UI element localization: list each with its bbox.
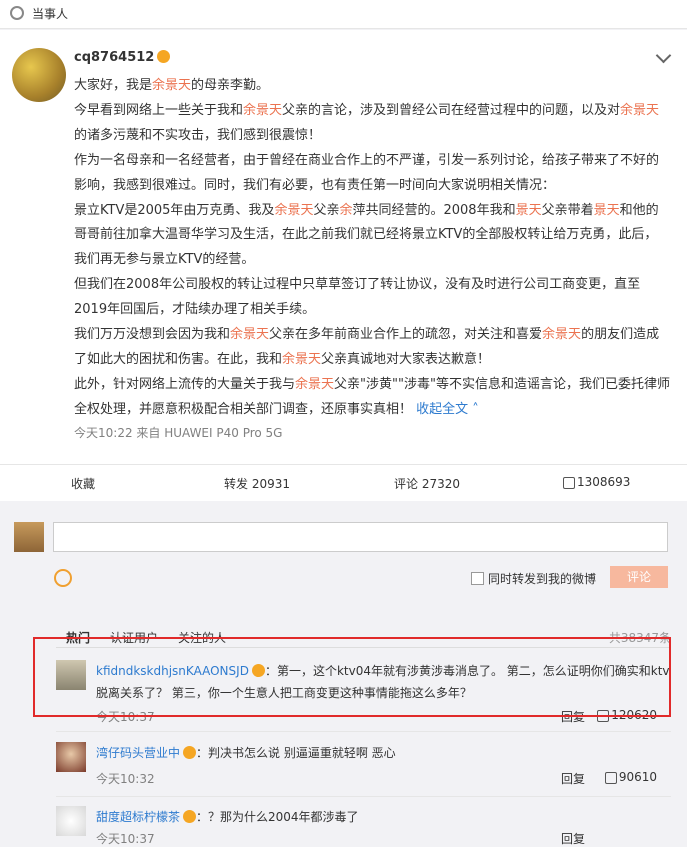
post-paragraph: 大家好，我是余景天的母亲李勤。 [74, 78, 270, 93]
avatar[interactable] [12, 48, 66, 102]
like-count: 1308693 [577, 475, 631, 489]
thumbs-up-icon [563, 476, 575, 489]
post-card: cq8764512 大家好，我是余景天的母亲李勤。今早看到网络上一些关于我和余景… [0, 30, 687, 464]
emoji-icon[interactable] [54, 569, 72, 587]
post-paragraph: 此外，针对网络上流传的大量关于我与余景天父亲"涉黄""涉毒"等不实信息和造谣言论… [74, 376, 670, 417]
comment-item: 湾仔码头营业中 ：判决书怎么说 别逼逼重就轻啊 恶心 今天10:32 回复 906… [56, 742, 671, 786]
comment-time: 今天10:37 [96, 832, 155, 846]
name-highlight[interactable]: 景天 [594, 203, 620, 218]
circle-icon [10, 6, 24, 20]
comment-time: 今天10:32 [96, 772, 155, 786]
post-username[interactable]: cq8764512 [74, 50, 171, 65]
name-highlight[interactable]: 景天 [516, 203, 542, 218]
divider [56, 796, 671, 797]
post-body: 大家好，我是余景天的母亲李勤。今早看到网络上一些关于我和余景天父亲的言论，涉及到… [74, 74, 670, 423]
commenter-avatar[interactable] [56, 742, 86, 772]
sync-repost-label: 同时转发到我的微博 [488, 572, 597, 586]
thumbs-up-icon [604, 771, 617, 784]
comment-button[interactable]: 评论 27320 [394, 475, 460, 492]
name-highlight[interactable]: 余景天 [620, 103, 659, 118]
comment-item: 甜度超标柠檬茶 ：？那为什么2004年都涉毒了 今天10:37 回复 [56, 806, 671, 846]
sync-repost-checkbox[interactable] [471, 572, 484, 585]
commenter-avatar[interactable] [56, 806, 86, 836]
commenter-name[interactable]: 湾仔码头营业中 [96, 746, 180, 760]
divider [56, 731, 671, 732]
vip-badge-icon [183, 746, 197, 759]
post-paragraph: 景立KTV是2005年由万克勇、我及余景天父亲余萍共同经营的。2008年我和景天… [74, 202, 659, 268]
post-meta: 今天10:22 来自 HUAWEI P40 Pro 5G [74, 426, 283, 440]
reply-button[interactable]: 回复 [561, 830, 585, 847]
name-highlight[interactable]: 余景天 [295, 377, 334, 392]
comment-input[interactable] [53, 522, 668, 552]
name-highlight[interactable]: 余景天 [542, 327, 581, 342]
comment-body: ：？那为什么2004年都涉毒了 [196, 810, 359, 824]
reply-button[interactable]: 回复 [561, 770, 585, 787]
chevron-down-icon[interactable] [655, 47, 672, 64]
username-label[interactable]: cq8764512 [74, 50, 154, 65]
post-paragraph: 但我们在2008年公司股权的转让过程中只草草签订了转让协议，没有及时进行公司工商… [74, 277, 641, 318]
post-paragraph: 今早看到网络上一些关于我和余景天父亲的言论，涉及到曾经公司在经营过程中的问题，以… [74, 102, 660, 143]
commenter-name[interactable]: 甜度超标柠檬茶 [96, 810, 180, 824]
name-highlight[interactable]: 余景天 [274, 203, 313, 218]
highlight-box [33, 637, 671, 717]
comment-like-button[interactable]: 90610 [604, 770, 657, 784]
comment-text: 湾仔码头营业中 ：判决书怎么说 别逼逼重就轻啊 恶心 [96, 742, 671, 764]
favorite-button[interactable]: 收藏 [71, 475, 95, 492]
name-highlight[interactable]: 余景天 [152, 78, 191, 93]
comment-body: ：判决书怎么说 别逼逼重就轻啊 恶心 [196, 746, 396, 760]
my-avatar [14, 522, 44, 552]
vip-badge-icon [157, 50, 171, 63]
action-bar: 收藏 转发 20931 评论 27320 1308693 [0, 464, 687, 501]
name-highlight[interactable]: 余景天 [230, 327, 269, 342]
name-highlight[interactable]: 余景天 [243, 103, 282, 118]
post-paragraph: 作为一名母亲和一名经营者，由于曾经在商业合作上的不严谨，引发一系列讨论，给孩子带… [74, 152, 660, 193]
collapse-link[interactable]: 收起全文 ˄ [416, 402, 479, 417]
name-highlight[interactable]: 余景天 [282, 352, 321, 367]
comment-like-count: 90610 [618, 770, 657, 784]
comment-text: 甜度超标柠檬茶 ：？那为什么2004年都涉毒了 [96, 806, 671, 828]
top-bar: 当事人 [0, 0, 687, 29]
post-paragraph: 我们万万没想到会因为我和余景天父亲在多年前商业合作上的疏忽，对关注和喜爱余景天的… [74, 327, 660, 367]
name-highlight[interactable]: 余 [339, 203, 352, 218]
repost-button[interactable]: 转发 20931 [224, 475, 290, 492]
vip-badge-icon [183, 810, 197, 823]
page-title: 当事人 [32, 7, 69, 21]
like-button[interactable]: 1308693 [563, 475, 630, 489]
submit-comment-button[interactable]: 评论 [610, 566, 668, 588]
